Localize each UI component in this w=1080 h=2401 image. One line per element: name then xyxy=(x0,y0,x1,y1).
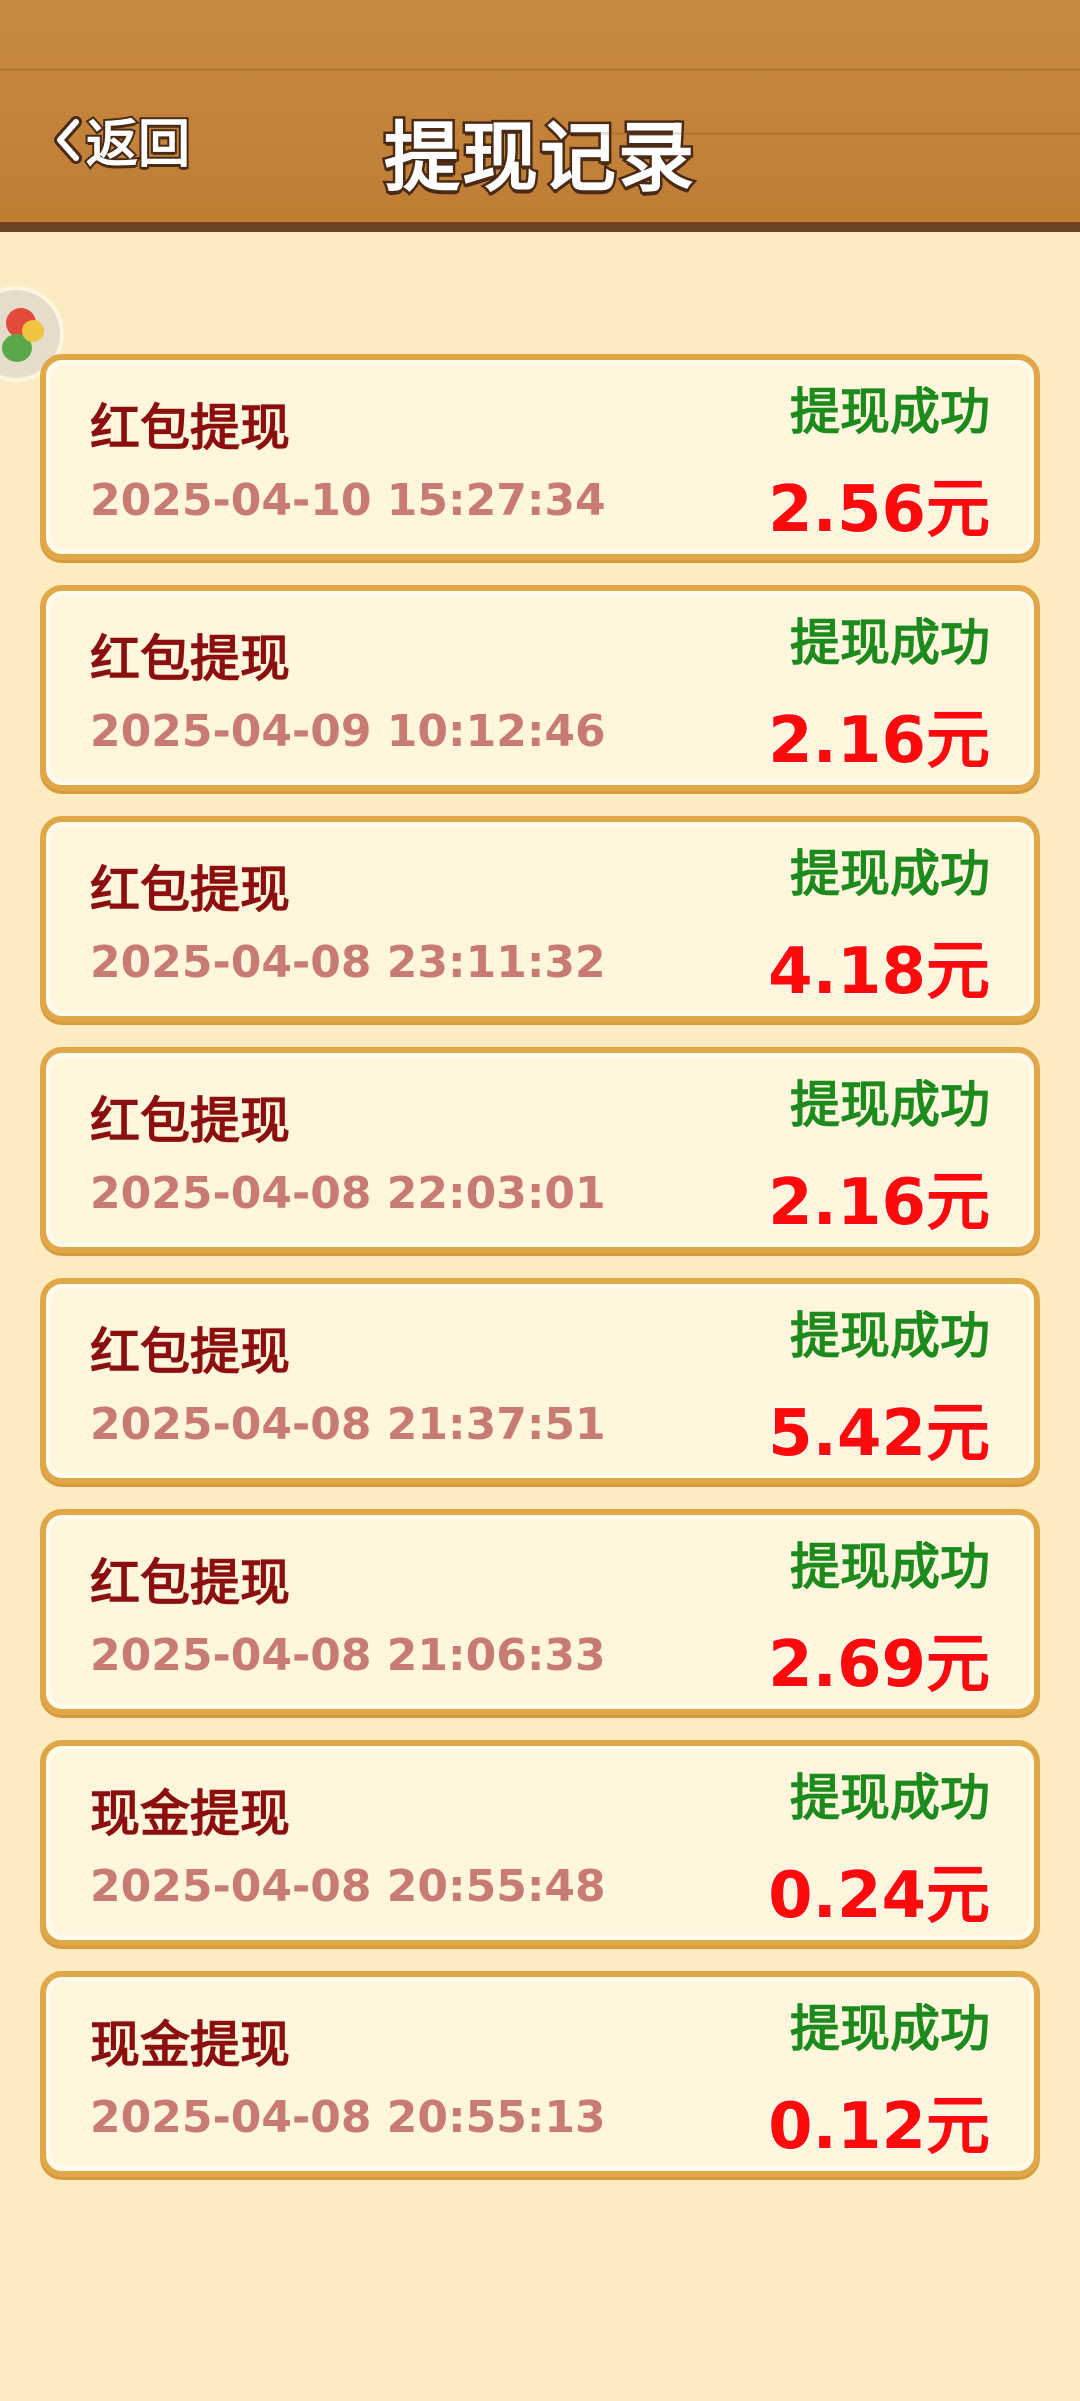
record-amount: 0.12元 xyxy=(767,2089,991,2165)
record-time: 2025-04-08 23:11:32 xyxy=(90,937,606,988)
chevron-left-icon xyxy=(54,115,82,164)
record-amount: 2.16元 xyxy=(767,703,991,779)
record-time: 2025-04-08 21:06:33 xyxy=(90,1630,606,1681)
record-time: 2025-04-08 20:55:48 xyxy=(90,1861,606,1912)
record-amount: 0.24元 xyxy=(767,1858,991,1934)
record-type: 红包提现 xyxy=(90,1092,290,1150)
top-bar: 返回 提现记录 xyxy=(0,0,1080,232)
record-type: 现金提现 xyxy=(90,1785,290,1843)
record-status: 提现成功 xyxy=(790,1076,990,1134)
record-amount: 2.16元 xyxy=(767,1165,991,1241)
record-amount: 2.69元 xyxy=(767,1627,991,1703)
record-type: 红包提现 xyxy=(90,861,290,919)
record-type: 红包提现 xyxy=(90,399,290,457)
record-amount: 5.42元 xyxy=(767,1396,991,1472)
record-card: 红包提现 2025-04-08 22:03:01 提现成功 2.16元 xyxy=(40,1047,1040,1253)
record-time: 2025-04-09 10:12:46 xyxy=(90,706,606,757)
record-time: 2025-04-08 22:03:01 xyxy=(90,1168,606,1219)
record-status: 提现成功 xyxy=(790,845,990,903)
record-card: 红包提现 2025-04-10 15:27:34 提现成功 2.56元 xyxy=(40,354,1040,560)
back-button[interactable]: 返回 xyxy=(52,102,192,177)
record-amount: 2.56元 xyxy=(767,472,991,548)
back-label: 返回 xyxy=(84,113,192,177)
record-status: 提现成功 xyxy=(790,2000,990,2058)
record-type: 红包提现 xyxy=(90,1323,290,1381)
record-status: 提现成功 xyxy=(790,1538,990,1596)
record-card: 红包提现 2025-04-08 23:11:32 提现成功 4.18元 xyxy=(40,816,1040,1022)
record-card: 现金提现 2025-04-08 20:55:48 提现成功 0.24元 xyxy=(40,1740,1040,1946)
record-type: 红包提现 xyxy=(90,630,290,688)
record-time: 2025-04-08 21:37:51 xyxy=(90,1399,606,1450)
record-status: 提现成功 xyxy=(790,1307,990,1365)
record-type: 现金提现 xyxy=(90,2016,290,2074)
record-type: 红包提现 xyxy=(90,1554,290,1612)
record-card: 现金提现 2025-04-08 20:55:13 提现成功 0.12元 xyxy=(40,1971,1040,2177)
withdraw-record-list: 红包提现 2025-04-10 15:27:34 提现成功 2.56元 红包提现… xyxy=(40,354,1040,2202)
record-time: 2025-04-10 15:27:34 xyxy=(90,475,606,526)
record-card: 红包提现 2025-04-08 21:37:51 提现成功 5.42元 xyxy=(40,1278,1040,1484)
record-time: 2025-04-08 20:55:13 xyxy=(90,2092,606,2143)
record-amount: 4.18元 xyxy=(767,934,991,1010)
record-card: 红包提现 2025-04-08 21:06:33 提现成功 2.69元 xyxy=(40,1509,1040,1715)
record-card: 红包提现 2025-04-09 10:12:46 提现成功 2.16元 xyxy=(40,585,1040,791)
record-status: 提现成功 xyxy=(790,614,990,672)
record-status: 提现成功 xyxy=(790,1769,990,1827)
record-status: 提现成功 xyxy=(790,383,990,441)
